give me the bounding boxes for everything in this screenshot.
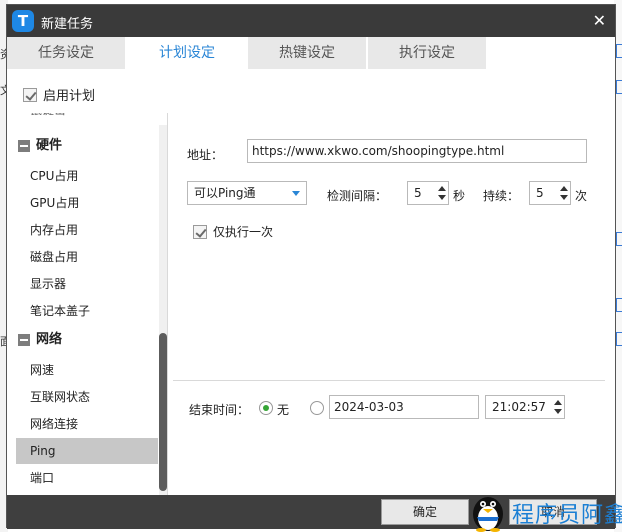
watermark: 程序员阿鑫: [468, 490, 622, 532]
collapse-icon[interactable]: [18, 140, 30, 152]
run-once-checkbox[interactable]: [193, 224, 207, 239]
interval-label: 检测间隔：: [327, 189, 388, 203]
tab-execution-settings[interactable]: 执行设定: [368, 37, 486, 69]
tree-item-ping[interactable]: Ping: [16, 438, 158, 464]
arrow-up-icon[interactable]: [560, 186, 568, 191]
ping-mode-value: 可以Ping通: [194, 186, 256, 200]
ok-button[interactable]: 确定: [381, 499, 469, 525]
background-checkbox-edge: [616, 44, 622, 58]
tree-item-port[interactable]: 端口: [16, 465, 158, 491]
tree-item-net-speed[interactable]: 网速: [16, 357, 158, 383]
end-date-input[interactable]: 2024-03-03: [329, 395, 479, 419]
penguin-icon: [473, 497, 503, 532]
dialog-title: 新建任务: [41, 17, 94, 32]
chevron-down-icon: [292, 191, 300, 196]
tree-item-internet-status[interactable]: 互联网状态: [16, 384, 158, 410]
app-logo-icon: T: [12, 10, 34, 32]
end-time-none-radio[interactable]: [259, 401, 273, 415]
end-time-none-label: 无: [277, 403, 290, 417]
tree-group-hardware[interactable]: 硬件: [16, 133, 158, 159]
tree-group-label: 网络: [36, 332, 63, 347]
arrow-down-icon[interactable]: [438, 195, 446, 200]
tab-plan-settings[interactable]: 计划设定: [128, 37, 246, 69]
tree-item-net-connection[interactable]: 网络连接: [16, 411, 158, 437]
stepper-arrows[interactable]: [436, 183, 447, 203]
dialog-titlebar[interactable]: T 新建任务 ✕: [7, 5, 615, 37]
watermark-text: 程序员阿鑫: [512, 503, 622, 528]
end-time-date-radio[interactable]: [310, 401, 324, 415]
run-once-label: 仅执行一次: [213, 225, 274, 239]
tree-group-network[interactable]: 网络: [16, 327, 158, 353]
trigger-tree: 鼠键击 硬件 CPU占用 GPU占用 内存占用 磁盘占用 显示器 笔记本盖子 网…: [16, 113, 168, 495]
tree-scrollbar-thumb[interactable]: [159, 333, 167, 491]
end-time-label: 结束时间：: [189, 403, 250, 417]
duration-stepper[interactable]: 5: [529, 181, 571, 205]
tree-group-label: 硬件: [36, 138, 63, 153]
stepper-arrows[interactable]: [558, 183, 569, 203]
end-time-value: 21:02:57: [492, 400, 546, 414]
new-task-dialog: T 新建任务 ✕ 任务设定 计划设定 热键设定 执行设定 启用计划 鼠键击 硬件…: [6, 4, 616, 529]
arrow-up-icon[interactable]: [438, 186, 446, 191]
address-label: 地址：: [187, 148, 224, 162]
interval-stepper[interactable]: 5: [407, 181, 449, 205]
tree-item-cut[interactable]: 鼠键击: [16, 113, 158, 123]
background-checkbox-edge: [616, 80, 622, 94]
ping-mode-select[interactable]: 可以Ping通: [187, 181, 307, 205]
arrow-up-icon[interactable]: [554, 400, 562, 405]
interval-value: 5: [414, 186, 422, 200]
run-once-toggle[interactable]: 仅执行一次: [193, 223, 273, 240]
enable-plan-toggle[interactable]: 启用计划: [23, 85, 95, 104]
end-time-stepper[interactable]: 21:02:57: [485, 395, 565, 419]
tree-item-cpu[interactable]: CPU占用: [16, 163, 158, 189]
tree-item-laptop-lid[interactable]: 笔记本盖子: [16, 298, 158, 324]
address-input[interactable]: https://www.xkwo.com/shoopingtype.html: [247, 139, 587, 163]
tree-item-display[interactable]: 显示器: [16, 271, 158, 297]
close-icon[interactable]: ✕: [593, 11, 606, 30]
arrow-down-icon[interactable]: [554, 409, 562, 414]
enable-plan-checkbox[interactable]: [23, 87, 37, 102]
section-divider: [173, 380, 605, 381]
background-checkbox-edge: [616, 232, 622, 246]
arrow-down-icon[interactable]: [560, 195, 568, 200]
interval-unit: 秒: [453, 189, 466, 203]
tree-item-disk[interactable]: 磁盘占用: [16, 244, 158, 270]
tab-bar: 任务设定 计划设定 热键设定 执行设定: [7, 37, 615, 69]
tab-hotkey-settings[interactable]: 热键设定: [248, 37, 366, 69]
duration-unit: 次: [575, 189, 588, 203]
collapse-icon[interactable]: [18, 334, 30, 346]
stepper-arrows[interactable]: [552, 397, 563, 417]
tab-task-settings[interactable]: 任务设定: [7, 37, 125, 69]
tab-bar-filler: [486, 37, 615, 69]
tree-item-memory[interactable]: 内存占用: [16, 217, 158, 243]
enable-plan-label: 启用计划: [43, 89, 96, 104]
background-checkbox-edge: [616, 298, 622, 312]
tree-item-gpu[interactable]: GPU占用: [16, 190, 158, 216]
background-checkbox-edge: [616, 332, 622, 346]
duration-value: 5: [536, 186, 544, 200]
duration-label: 持续：: [483, 189, 520, 203]
